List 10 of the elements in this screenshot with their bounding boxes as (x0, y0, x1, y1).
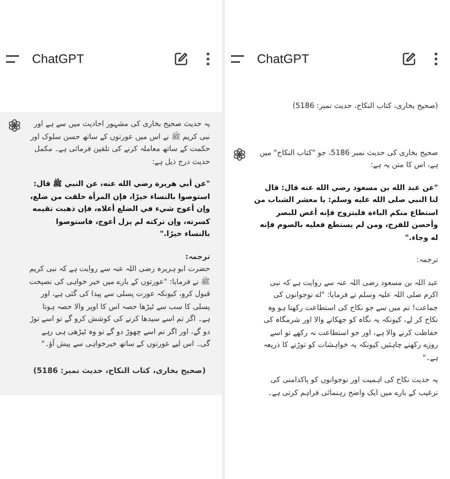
chatbot-logo-icon (8, 119, 21, 132)
menu-icon[interactable] (6, 55, 20, 63)
app-title: ChatGPT (257, 52, 310, 66)
more-options-icon[interactable] (206, 52, 210, 66)
menu-icon[interactable] (231, 55, 245, 63)
app-title: ChatGPT (32, 52, 84, 66)
new-chat-icon[interactable] (402, 52, 416, 66)
new-chat-icon[interactable] (174, 52, 188, 66)
chatbot-logo-icon (233, 148, 246, 160)
more-options-icon[interactable] (434, 52, 438, 66)
